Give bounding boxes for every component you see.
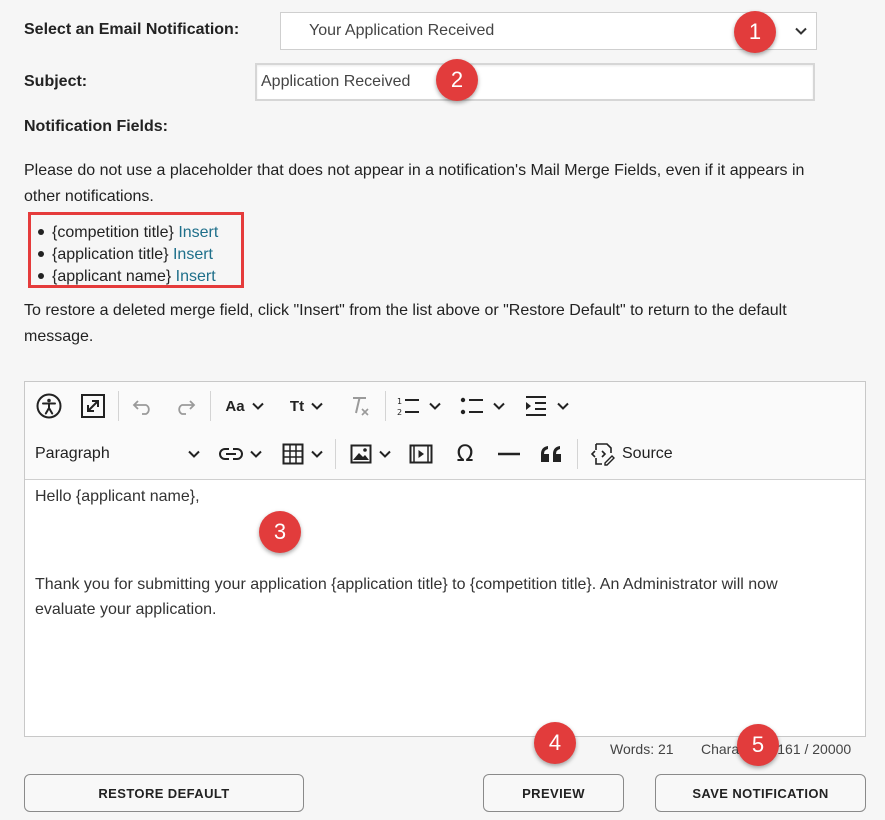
svg-text:1: 1 bbox=[397, 397, 402, 406]
preview-button[interactable]: PREVIEW bbox=[483, 774, 624, 812]
horizontal-line-button[interactable] bbox=[493, 439, 525, 469]
remove-format-icon bbox=[353, 397, 369, 416]
merge-field-name: {applicant name} bbox=[52, 268, 172, 285]
chevron-down-icon bbox=[251, 402, 264, 410]
restore-text-line-2: message. bbox=[24, 328, 94, 345]
annotation-marker-5: 5 bbox=[737, 724, 779, 766]
merge-field-item: {applicant name} Insert bbox=[36, 266, 218, 288]
subject-label: Subject: bbox=[24, 73, 88, 90]
fullscreen-button[interactable] bbox=[77, 391, 109, 421]
table-dropdown[interactable] bbox=[277, 439, 329, 469]
source-button[interactable]: Source bbox=[591, 439, 685, 469]
table-icon bbox=[282, 443, 304, 465]
annotation-marker-2: 2 bbox=[436, 59, 478, 101]
svg-text:2: 2 bbox=[397, 408, 402, 417]
editor-content[interactable]: Hello {applicant name}, Thank you for su… bbox=[35, 484, 855, 622]
notification-select-value: Your Application Received bbox=[309, 22, 495, 39]
merge-field-name: {competition title} bbox=[52, 224, 174, 241]
redo-button[interactable] bbox=[169, 391, 201, 421]
save-notification-button[interactable]: SAVE NOTIFICATION bbox=[655, 774, 866, 812]
accessibility-icon bbox=[36, 393, 62, 419]
restore-text-line-1: To restore a deleted merge field, click … bbox=[24, 302, 787, 319]
rich-text-editor: Aa Tt 12 Paragraph Ω Source Hello {appli… bbox=[24, 381, 866, 737]
instruction-text-line-2: other notifications. bbox=[24, 188, 154, 205]
greeting-line: Hello {applicant name}, bbox=[35, 488, 200, 505]
indent-dropdown[interactable] bbox=[521, 391, 573, 421]
numbered-list-icon: 12 bbox=[397, 397, 419, 417]
chevron-down-icon bbox=[557, 402, 569, 410]
insert-link-applicant-name[interactable]: Insert bbox=[176, 268, 216, 285]
source-label: Source bbox=[622, 445, 673, 462]
redo-icon bbox=[178, 400, 196, 415]
chevron-down-icon bbox=[311, 402, 323, 410]
body-line-2: evaluate your application. bbox=[35, 601, 217, 618]
font-size-glyph: Aa bbox=[225, 397, 245, 415]
media-embed-button[interactable] bbox=[405, 439, 437, 469]
undo-button[interactable] bbox=[127, 391, 159, 421]
chevron-down-icon bbox=[379, 450, 391, 458]
accessibility-button[interactable] bbox=[33, 391, 65, 421]
merge-field-item: {application title} Insert bbox=[36, 244, 218, 266]
annotation-marker-4: 4 bbox=[534, 722, 576, 764]
instruction-text-line-1: Please do not use a placeholder that doe… bbox=[24, 162, 805, 179]
remove-format-button[interactable] bbox=[343, 391, 375, 421]
chevron-down-icon bbox=[188, 450, 200, 458]
notification-fields-heading: Notification Fields: bbox=[24, 118, 168, 135]
insert-link-application-title[interactable]: Insert bbox=[173, 246, 213, 263]
numbered-list-dropdown[interactable]: 12 bbox=[393, 391, 445, 421]
font-size-dropdown[interactable]: Aa bbox=[221, 391, 269, 421]
annotation-marker-3: 3 bbox=[259, 511, 301, 553]
merge-field-item: {competition title} Insert bbox=[36, 222, 218, 244]
link-icon bbox=[219, 448, 243, 460]
omega-icon: Ω bbox=[456, 441, 474, 467]
editor-toolbar: Aa Tt 12 Paragraph Ω Source bbox=[25, 382, 865, 480]
chevron-down-icon bbox=[311, 450, 323, 458]
link-dropdown[interactable] bbox=[215, 439, 267, 469]
block-quote-button[interactable] bbox=[535, 439, 567, 469]
chevron-down-icon bbox=[795, 27, 807, 35]
text-case-glyph: Tt bbox=[289, 397, 305, 415]
restore-default-button[interactable]: RESTORE DEFAULT bbox=[24, 774, 304, 812]
annotation-marker-1: 1 bbox=[734, 11, 776, 53]
maximize-icon bbox=[81, 394, 105, 418]
quote-icon bbox=[541, 446, 561, 462]
chevron-down-icon bbox=[493, 402, 505, 410]
image-dropdown[interactable] bbox=[345, 439, 397, 469]
heading-select[interactable]: Paragraph bbox=[35, 439, 201, 469]
image-icon bbox=[350, 444, 372, 464]
horizontal-line-icon bbox=[498, 452, 520, 456]
merge-field-list: {competition title} Insert {application … bbox=[36, 222, 218, 288]
special-characters-button[interactable]: Ω bbox=[449, 439, 481, 469]
chevron-down-icon bbox=[429, 402, 441, 410]
text-case-dropdown[interactable]: Tt bbox=[283, 391, 331, 421]
word-count: Words: 21 bbox=[610, 741, 674, 757]
media-icon bbox=[409, 444, 433, 464]
source-icon bbox=[591, 443, 615, 466]
heading-select-value: Paragraph bbox=[35, 445, 110, 462]
select-notification-label: Select an Email Notification: bbox=[24, 21, 240, 38]
bulleted-list-dropdown[interactable] bbox=[457, 391, 509, 421]
body-line-1: Thank you for submitting your applicatio… bbox=[35, 576, 778, 593]
chevron-down-icon bbox=[250, 450, 262, 458]
indent-icon bbox=[526, 396, 546, 416]
merge-field-name: {application title} bbox=[52, 246, 169, 263]
subject-input[interactable] bbox=[255, 63, 815, 101]
undo-icon bbox=[132, 400, 150, 415]
bulleted-list-icon bbox=[460, 397, 483, 415]
insert-link-competition-title[interactable]: Insert bbox=[178, 224, 218, 241]
